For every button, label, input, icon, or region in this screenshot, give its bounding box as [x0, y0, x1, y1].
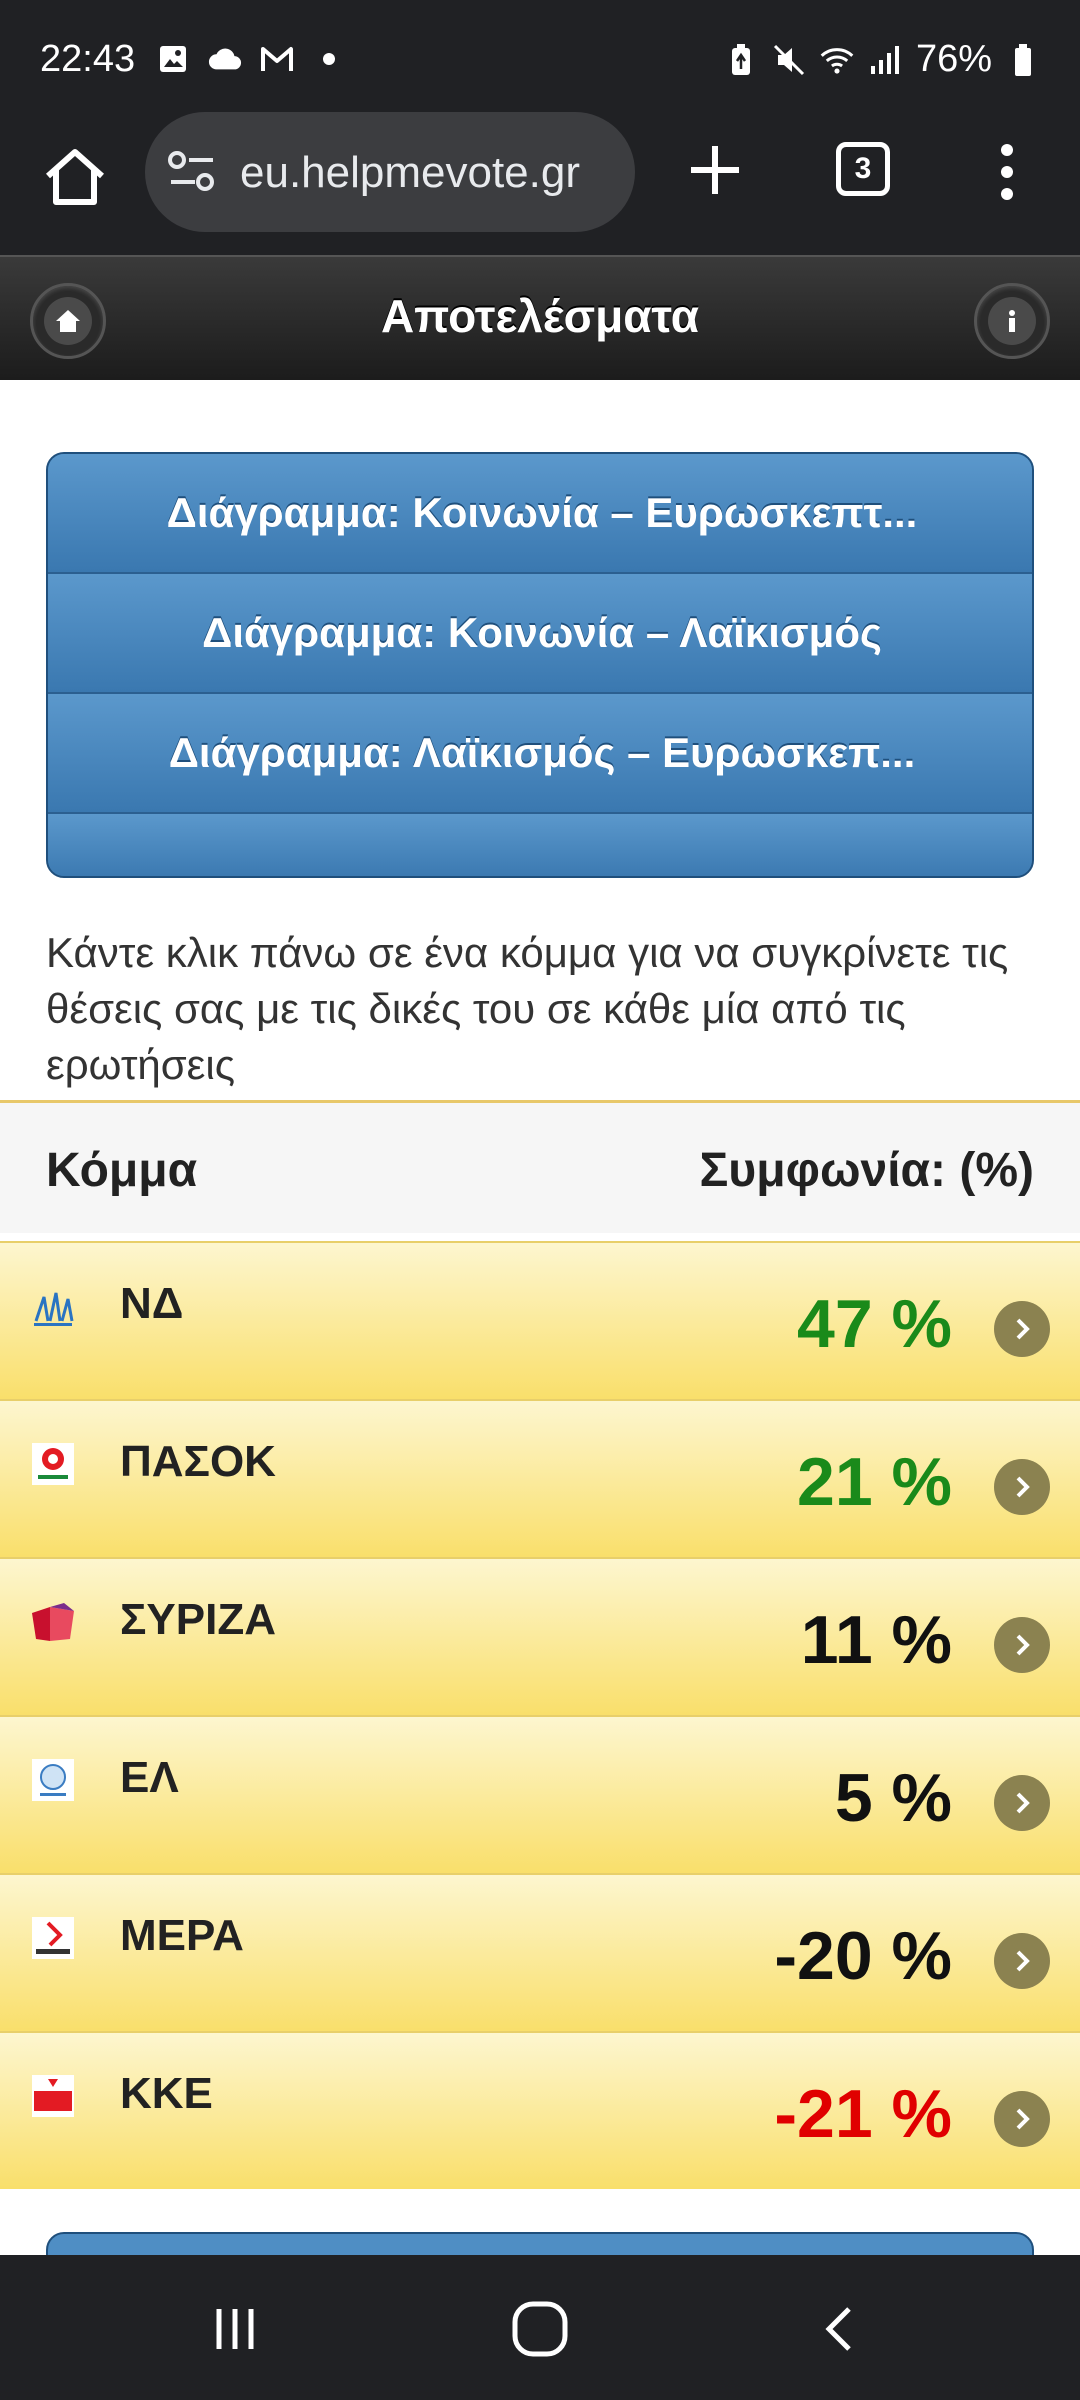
site-settings-icon[interactable] — [167, 150, 219, 194]
mute-icon — [772, 43, 806, 77]
back-icon[interactable] — [805, 2297, 875, 2361]
bottom-action-button[interactable] — [46, 2232, 1034, 2255]
chevron-right-icon[interactable] — [994, 2091, 1050, 2147]
agreement-percent: 47 % — [797, 1286, 952, 1362]
dot-icon — [312, 42, 346, 76]
image-icon — [156, 42, 190, 76]
chart-button-group: Διάγραμμα: Κοινωνία – Ευρωσκεπτ... Διάγρ… — [46, 452, 1034, 878]
battery-percent: 76% — [915, 38, 992, 80]
browser-home-icon[interactable] — [40, 142, 110, 212]
party-row-pasok[interactable]: ΠΑΣΟΚ 21 % — [0, 1399, 1080, 1557]
page-title: Αποτελέσματα — [380, 290, 700, 342]
chart-button-label: Διάγραμμα: Κοινωνία – Λαϊκισμός — [202, 609, 882, 656]
system-nav-bar — [0, 2255, 1080, 2400]
chart-button-label: Διάγραμμα: Λαϊκισμός – Ευρωσκεπ... — [168, 729, 916, 776]
app-header: Αποτελέσματα — [0, 255, 1080, 380]
tab-switcher-button[interactable]: 3 — [836, 142, 890, 196]
mera-logo-icon — [30, 1915, 76, 1961]
party-name: ΠΑΣΟΚ — [120, 1437, 276, 1486]
chart-button-society-populism[interactable]: Διάγραμμα: Κοινωνία – Λαϊκισμός — [48, 574, 1032, 694]
agreement-percent: 11 % — [800, 1602, 952, 1678]
chevron-right-icon[interactable] — [994, 1933, 1050, 1989]
chevron-right-icon[interactable] — [994, 1301, 1050, 1357]
agreement-percent: -21 % — [774, 2076, 952, 2152]
party-name: ΚΚΕ — [120, 2069, 213, 2118]
chart-button-label: Διάγραμμα: Κοινωνία – Ευρωσκεπτ... — [166, 489, 918, 536]
signal-icon — [868, 43, 902, 77]
agreement-percent: 21 % — [797, 1444, 952, 1520]
el-logo-icon — [30, 1757, 76, 1803]
kke-logo-icon — [30, 2073, 76, 2119]
status-bar: 22:43 76% — [0, 0, 1080, 120]
agreement-percent: 5 % — [834, 1760, 952, 1836]
chart-button-populism-euroscepticism[interactable]: Διάγραμμα: Λαϊκισμός – Ευρωσκεπ... — [48, 694, 1032, 814]
party-name: ΣΥΡΙΖΑ — [120, 1595, 276, 1644]
chart-button-society-euroscepticism[interactable]: Διάγραμμα: Κοινωνία – Ευρωσκεπτ... — [48, 454, 1032, 574]
party-row-syriza[interactable]: ΣΥΡΙΖΑ 11 % — [0, 1557, 1080, 1715]
battery-saver-icon — [724, 43, 758, 77]
more-menu-icon[interactable] — [995, 140, 1019, 204]
syriza-logo-icon — [30, 1599, 76, 1645]
battery-icon — [1006, 43, 1040, 77]
chevron-right-icon[interactable] — [994, 1459, 1050, 1515]
party-row-nd[interactable]: ΝΔ 47 % — [0, 1241, 1080, 1399]
address-bar[interactable]: eu.helpmevote.gr — [145, 112, 635, 232]
chevron-right-icon[interactable] — [994, 1775, 1050, 1831]
chevron-right-icon[interactable] — [994, 1617, 1050, 1673]
wifi-icon — [820, 43, 854, 77]
status-time: 22:43 — [40, 38, 136, 80]
url-text: eu.helpmevote.gr — [240, 148, 580, 197]
info-icon — [988, 297, 1036, 345]
home-icon[interactable] — [505, 2297, 575, 2361]
pasok-logo-icon — [30, 1441, 76, 1487]
party-row-kke[interactable]: ΚΚΕ -21 % — [0, 2031, 1080, 2189]
instructions-text: Κάντε κλικ πάνω σε ένα κόμμα για να συγκ… — [46, 929, 1009, 1088]
results-content: Διάγραμμα: Κοινωνία – Ευρωσκεπτ... Διάγρ… — [0, 380, 1080, 2255]
party-row-el[interactable]: ΕΛ 5 % — [0, 1715, 1080, 1873]
agreement-percent: -20 % — [774, 1918, 952, 1994]
results-table-header: Κόμμα Συμφωνία: (%) — [0, 1103, 1080, 1233]
chart-button-more[interactable] — [48, 814, 1032, 876]
column-party: Κόμμα — [46, 1144, 198, 1197]
info-button[interactable] — [974, 283, 1050, 359]
new-tab-icon[interactable] — [685, 140, 745, 200]
recents-icon[interactable] — [200, 2297, 270, 2361]
party-row-mera[interactable]: ΜΕΡΑ -20 % — [0, 1873, 1080, 2031]
party-name: ΜΕΡΑ — [120, 1911, 244, 1960]
cloud-icon — [208, 42, 242, 76]
browser-toolbar: eu.helpmevote.gr 3 — [0, 112, 1080, 255]
status-icons-right: 76% — [724, 38, 1040, 81]
column-agreement: Συμφωνία: (%) — [699, 1144, 1035, 1197]
nd-logo-icon — [30, 1283, 76, 1329]
status-icons-left — [156, 42, 346, 76]
party-name: ΝΔ — [120, 1279, 184, 1328]
party-name: ΕΛ — [120, 1753, 179, 1802]
gmail-icon — [260, 42, 294, 76]
